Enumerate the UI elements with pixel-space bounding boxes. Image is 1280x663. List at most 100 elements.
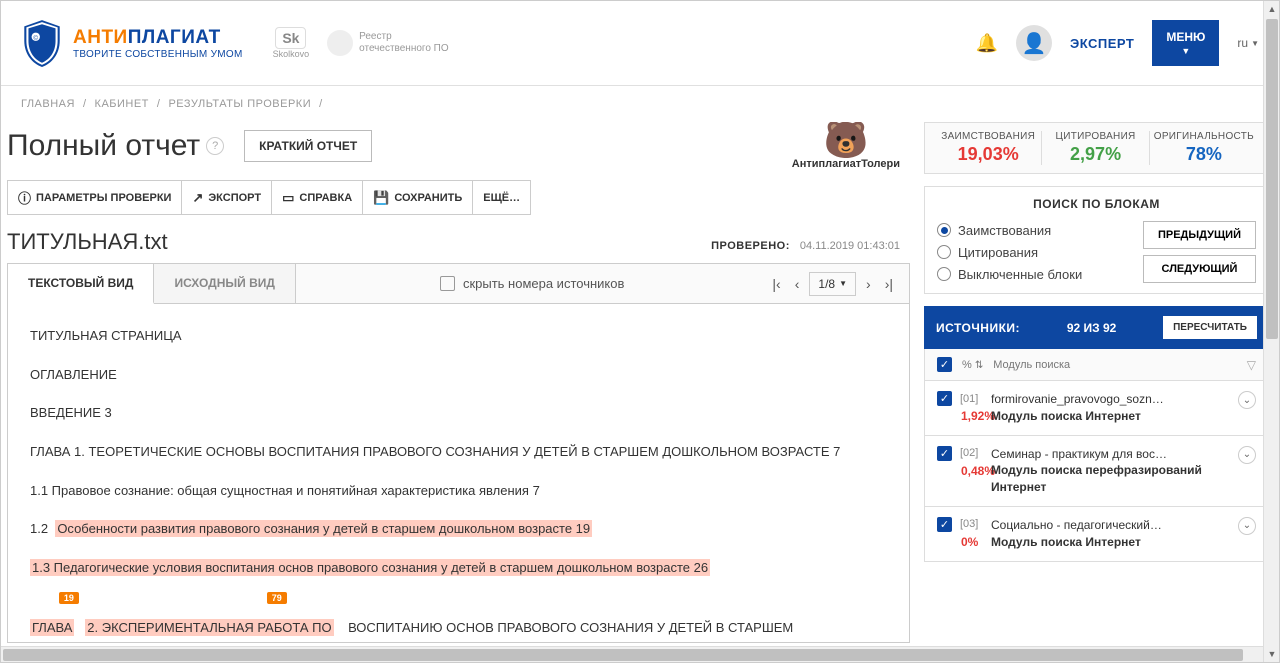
scroll-down-icon[interactable]: ▼ bbox=[1264, 646, 1280, 662]
source-badge[interactable]: 79 bbox=[267, 592, 287, 604]
language-selector[interactable]: ru ▼ bbox=[1237, 36, 1259, 50]
source-index: [02] bbox=[960, 447, 978, 459]
block-search-panel: ПОИСК ПО БЛОКАМ Заимствования Цитировани… bbox=[924, 186, 1269, 294]
stat-borrowing: ЗАИМСТВОВАНИЯ 19,03% bbox=[935, 131, 1042, 165]
source-row[interactable]: ✓[01] 1,92% formirovanie_pravovogo_sozn…… bbox=[924, 381, 1269, 436]
chevron-down-icon: ▼ bbox=[1251, 39, 1259, 48]
text-line: ТИТУЛЬНАЯ СТРАНИЦА bbox=[30, 324, 887, 349]
check-params-button[interactable]: ⓘПАРАМЕТРЫ ПРОВЕРКИ bbox=[8, 181, 182, 214]
page-indicator[interactable]: 1/8▼ bbox=[809, 272, 856, 296]
column-module[interactable]: Модуль поиска bbox=[993, 359, 1070, 371]
sources-count: 92 ИЗ 92 bbox=[1067, 321, 1117, 335]
help-button[interactable]: ▭СПРАВКА bbox=[272, 181, 363, 214]
sources-columns: ✓ % ⇅ Модуль поиска ▽ bbox=[924, 349, 1269, 381]
highlight[interactable]: Особенности развития правового сознания … bbox=[55, 520, 592, 537]
source-row[interactable]: ✓ [02] 0,48% Семинар - практикум для вос…… bbox=[924, 436, 1269, 507]
highlight[interactable]: 2. ЭКСПЕРИМЕНТАЛЬНАЯ РАБОТА ПО bbox=[85, 619, 333, 636]
source-badge[interactable]: 19 bbox=[59, 592, 79, 604]
source-name: Семинар - практикум для вос… bbox=[991, 446, 1228, 463]
brand-subtitle: ТВОРИТЕ СОБСТВЕННЫМ УМОМ bbox=[73, 49, 243, 60]
radio-citations[interactable]: Цитирования bbox=[937, 245, 1082, 260]
source-row[interactable]: ✓[03] 0% Социально - педагогический… Мод… bbox=[924, 507, 1269, 562]
select-all-checkbox[interactable]: ✓ bbox=[937, 357, 952, 372]
stats-panel: ЗАИМСТВОВАНИЯ 19,03% ЦИТИРОВАНИЯ 2,97% О… bbox=[924, 122, 1269, 174]
source-module: Модуль поиска перефразирований Интернет bbox=[991, 462, 1228, 496]
notifications-icon[interactable]: 🔔 bbox=[976, 33, 998, 54]
file-name: ТИТУЛЬНАЯ.txt bbox=[7, 229, 168, 255]
tab-text-view[interactable]: ТЕКСТОВЫЙ ВИД bbox=[8, 264, 154, 304]
page-title: Полный отчет ? bbox=[7, 129, 224, 163]
scroll-up-icon[interactable]: ▲ bbox=[1264, 1, 1280, 17]
radio-icon bbox=[937, 245, 951, 259]
first-page-button[interactable]: |‹ bbox=[768, 272, 784, 296]
next-block-button[interactable]: СЛЕДУЮЩИЙ bbox=[1143, 255, 1256, 283]
text-line: 19 79 bbox=[30, 587, 887, 612]
hide-sources-label: скрыть номера источников bbox=[463, 276, 624, 291]
source-name: formirovanie_pravovogo_sozn… bbox=[991, 391, 1228, 408]
checked-timestamp: ПРОВЕРЕНО:04.11.2019 01:43:01 bbox=[711, 240, 900, 252]
help-icon[interactable]: ? bbox=[206, 137, 224, 155]
save-icon: 💾 bbox=[373, 190, 389, 206]
expand-icon[interactable]: ⌄ bbox=[1238, 391, 1256, 409]
source-percent: 0% bbox=[961, 535, 978, 549]
text-line: ГЛАВА 1. ТЕОРЕТИЧЕСКИЕ ОСНОВЫ ВОСПИТАНИЯ… bbox=[30, 440, 887, 465]
highlight[interactable]: 1.3 Педагогические условия воспитания ос… bbox=[30, 559, 710, 576]
breadcrumb: ГЛАВНАЯ / КАБИНЕТ / РЕЗУЛЬТАТЫ ПРОВЕРКИ … bbox=[1, 86, 1279, 122]
radio-icon bbox=[937, 223, 951, 237]
recalculate-button[interactable]: ПЕРЕСЧИТАТЬ bbox=[1163, 316, 1257, 339]
chevron-down-icon: ▼ bbox=[1181, 46, 1190, 56]
source-index: [01] bbox=[960, 393, 978, 405]
provider-logo: 🐻 АнтиплагиатТолери bbox=[792, 122, 900, 170]
vertical-scrollbar[interactable]: ▲ ▼ bbox=[1263, 1, 1279, 662]
text-line: ВВЕДЕНИЕ 3 bbox=[30, 401, 887, 426]
radio-borrowings[interactable]: Заимствования bbox=[937, 223, 1082, 238]
source-name: Социально - педагогический… bbox=[991, 517, 1228, 534]
text-line: ОГЛАВЛЕНИЕ bbox=[30, 363, 887, 388]
scroll-thumb[interactable] bbox=[1266, 19, 1278, 339]
source-checkbox[interactable]: ✓ bbox=[937, 446, 952, 461]
document-text: ТИТУЛЬНАЯ СТРАНИЦА ОГЛАВЛЕНИЕ ВВЕДЕНИЕ 3… bbox=[7, 303, 910, 643]
svg-text:©: © bbox=[33, 35, 38, 42]
tab-source-view[interactable]: ИСХОДНЫЙ ВИД bbox=[154, 264, 295, 303]
sources-header: ИСТОЧНИКИ: 92 ИЗ 92 ПЕРЕСЧИТАТЬ bbox=[924, 306, 1269, 349]
username[interactable]: ЭКСПЕРТ bbox=[1070, 36, 1134, 51]
last-page-button[interactable]: ›| bbox=[881, 272, 897, 296]
source-module: Модуль поиска Интернет bbox=[991, 534, 1228, 551]
source-checkbox[interactable]: ✓ bbox=[937, 391, 952, 406]
save-button[interactable]: 💾СОХРАНИТЬ bbox=[363, 181, 473, 214]
book-icon: ▭ bbox=[282, 190, 294, 206]
stat-originality: ОРИГИНАЛЬНОСТЬ 78% bbox=[1150, 131, 1258, 165]
info-icon: ⓘ bbox=[18, 188, 31, 207]
radio-disabled[interactable]: Выключенные блоки bbox=[937, 267, 1082, 282]
tabs-row: ТЕКСТОВЫЙ ВИД ИСХОДНЫЙ ВИД скрыть номера… bbox=[7, 263, 910, 303]
column-percent[interactable]: % ⇅ bbox=[962, 359, 983, 371]
prev-block-button[interactable]: ПРЕДЫДУЩИЙ bbox=[1143, 221, 1256, 249]
scroll-thumb[interactable] bbox=[3, 649, 1243, 661]
next-page-button[interactable]: › bbox=[862, 272, 875, 296]
horizontal-scrollbar[interactable] bbox=[1, 646, 1263, 662]
filter-icon[interactable]: ▽ bbox=[1247, 358, 1256, 372]
header: © АНТИПЛАГИАТ ТВОРИТЕ СОБСТВЕННЫМ УМОМ S… bbox=[1, 1, 1279, 86]
prev-page-button[interactable]: ‹ bbox=[791, 272, 804, 296]
more-button[interactable]: ЕЩЁ… bbox=[473, 181, 530, 214]
menu-button[interactable]: МЕНЮ▼ bbox=[1152, 20, 1219, 66]
short-report-button[interactable]: КРАТКИЙ ОТЧЕТ bbox=[244, 130, 372, 162]
sort-icon: ⇅ bbox=[975, 360, 983, 371]
hide-sources-checkbox[interactable] bbox=[440, 276, 455, 291]
source-percent: 0,48% bbox=[961, 464, 995, 478]
breadcrumb-home[interactable]: ГЛАВНАЯ bbox=[21, 98, 75, 110]
avatar[interactable]: 👤 bbox=[1016, 25, 1052, 61]
highlight[interactable]: ГЛАВА bbox=[30, 619, 74, 636]
chevron-down-icon: ▼ bbox=[839, 279, 847, 288]
source-checkbox[interactable]: ✓ bbox=[937, 517, 952, 532]
pager: |‹ ‹ 1/8▼ › ›| bbox=[768, 272, 909, 296]
text-line: 1.3 Педагогические условия воспитания ос… bbox=[30, 556, 887, 581]
expand-icon[interactable]: ⌄ bbox=[1238, 446, 1256, 464]
expand-icon[interactable]: ⌄ bbox=[1238, 517, 1256, 535]
shield-icon: © bbox=[21, 18, 63, 68]
bear-icon: 🐻 bbox=[792, 122, 900, 158]
logo[interactable]: © АНТИПЛАГИАТ ТВОРИТЕ СОБСТВЕННЫМ УМОМ bbox=[21, 18, 243, 68]
breadcrumb-cabinet[interactable]: КАБИНЕТ bbox=[95, 98, 149, 110]
export-button[interactable]: ↗ЭКСПОРТ bbox=[182, 181, 272, 214]
breadcrumb-results[interactable]: РЕЗУЛЬТАТЫ ПРОВЕРКИ bbox=[168, 98, 311, 110]
